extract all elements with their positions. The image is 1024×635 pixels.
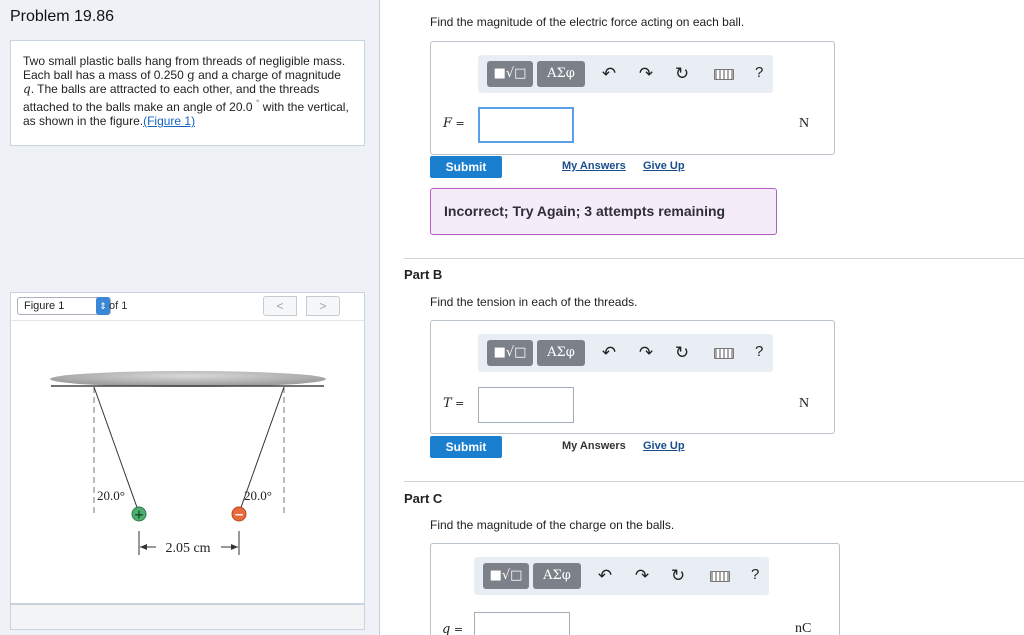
part-divider [404, 481, 1024, 482]
greek-symbols-button[interactable]: ΑΣφ [533, 563, 581, 589]
redo-icon[interactable]: ↷ [636, 64, 656, 84]
problem-title: Problem 19.86 [10, 8, 115, 25]
tension-unit: N [799, 396, 810, 411]
figure-link[interactable]: (Figure 1) [143, 114, 195, 128]
problem-panel: Problem 19.86 Two small plastic balls ha… [0, 0, 380, 635]
figure-navigation: Figure 1 ⇕ of 1 < > [10, 292, 365, 320]
charge-variable: q [23, 82, 31, 96]
redo-icon[interactable]: ↷ [636, 343, 656, 363]
undo-icon[interactable]: ↶ [599, 64, 619, 84]
plus-sign: + [134, 508, 144, 522]
math-toolbar: ■√□ ΑΣφ ↶ ↷ ↻ ? [478, 55, 773, 93]
distance-label: 2.05 cm [165, 541, 210, 556]
figure-select-value: Figure 1 [24, 300, 65, 312]
arrowhead-right [231, 544, 238, 550]
reset-icon[interactable]: ↻ [668, 566, 688, 586]
part-a-give-up-link[interactable]: Give Up [643, 160, 685, 172]
charge-answer-input[interactable] [474, 612, 570, 635]
charge-variable-label: q = [442, 622, 464, 635]
incorrect-feedback: Incorrect; Try Again; 3 attempts remaini… [430, 188, 777, 235]
part-b-give-up-link[interactable]: Give Up [643, 440, 685, 452]
templates-button[interactable]: ■√□ [487, 340, 533, 366]
templates-button[interactable]: ■√□ [487, 61, 533, 87]
part-a-submit-button[interactable]: Submit [430, 156, 502, 178]
part-b-label: Part B [404, 267, 443, 282]
redo-icon[interactable]: ↷ [632, 566, 652, 586]
part-c-question: Find the magnitude of the charge on the … [430, 518, 675, 532]
mass-unit: g [187, 68, 195, 82]
force-unit: N [799, 116, 810, 131]
keyboard-icon[interactable] [714, 348, 734, 359]
keyboard-icon[interactable] [710, 571, 730, 582]
templates-button[interactable]: ■√□ [483, 563, 529, 589]
greek-symbols-button[interactable]: ΑΣφ [537, 61, 585, 87]
force-answer-input[interactable] [478, 107, 574, 143]
help-button[interactable]: ? [755, 64, 763, 81]
keyboard-icon[interactable] [714, 69, 734, 80]
angle-label-left: 20.0° [97, 488, 125, 503]
arrowhead-left [140, 544, 147, 550]
math-toolbar: ■√□ ΑΣφ ↶ ↷ ↻ ? [474, 557, 769, 595]
tension-variable-label: T = [443, 396, 465, 411]
problem-statement: Two small plastic balls hang from thread… [10, 40, 365, 146]
part-c-label: Part C [404, 491, 443, 506]
part-a-answer-box: ■√□ ΑΣφ ↶ ↷ ↻ ? F = N [430, 41, 835, 155]
help-button[interactable]: ? [755, 343, 763, 360]
part-b-answer-box: ■√□ ΑΣφ ↶ ↷ ↻ ? T = N [430, 320, 835, 434]
figure-image: 20.0° 20.0° + − 2.05 cm [10, 320, 365, 604]
part-a-my-answers-link[interactable]: My Answers [562, 160, 626, 172]
part-a-question: Find the magnitude of the electric force… [430, 15, 745, 29]
part-b-submit-button[interactable]: Submit [430, 436, 502, 458]
reset-icon[interactable]: ↻ [672, 64, 692, 84]
previous-figure-button[interactable]: < [263, 296, 297, 316]
minus-sign: − [234, 508, 244, 522]
problem-text: and a charge of magnitude [194, 68, 341, 82]
part-b-my-answers-link[interactable]: My Answers [562, 440, 626, 452]
select-arrows-icon: ⇕ [96, 297, 110, 315]
figure-footer [10, 604, 365, 630]
reset-icon[interactable]: ↻ [672, 343, 692, 363]
force-variable-label: F = [443, 116, 465, 131]
math-toolbar: ■√□ ΑΣφ ↶ ↷ ↻ ? [478, 334, 773, 372]
undo-icon[interactable]: ↶ [595, 566, 615, 586]
figure-select[interactable]: Figure 1 ⇕ [17, 297, 111, 315]
part-c-answer-box: ■√□ ΑΣφ ↶ ↷ ↻ ? q = nC [430, 543, 840, 635]
greek-symbols-button[interactable]: ΑΣφ [537, 340, 585, 366]
next-figure-button[interactable]: > [306, 296, 340, 316]
tension-answer-input[interactable] [478, 387, 574, 423]
charge-unit: nC [795, 621, 812, 635]
figure-count: of 1 [109, 300, 128, 312]
angle-label-right: 20.0° [244, 488, 272, 503]
ceiling-support [50, 371, 326, 387]
help-button[interactable]: ? [751, 566, 759, 583]
part-divider [404, 258, 1024, 259]
undo-icon[interactable]: ↶ [599, 343, 619, 363]
hanging-balls-diagram: 20.0° 20.0° + − 2.05 cm [50, 371, 326, 556]
part-b-question: Find the tension in each of the threads. [430, 295, 638, 309]
